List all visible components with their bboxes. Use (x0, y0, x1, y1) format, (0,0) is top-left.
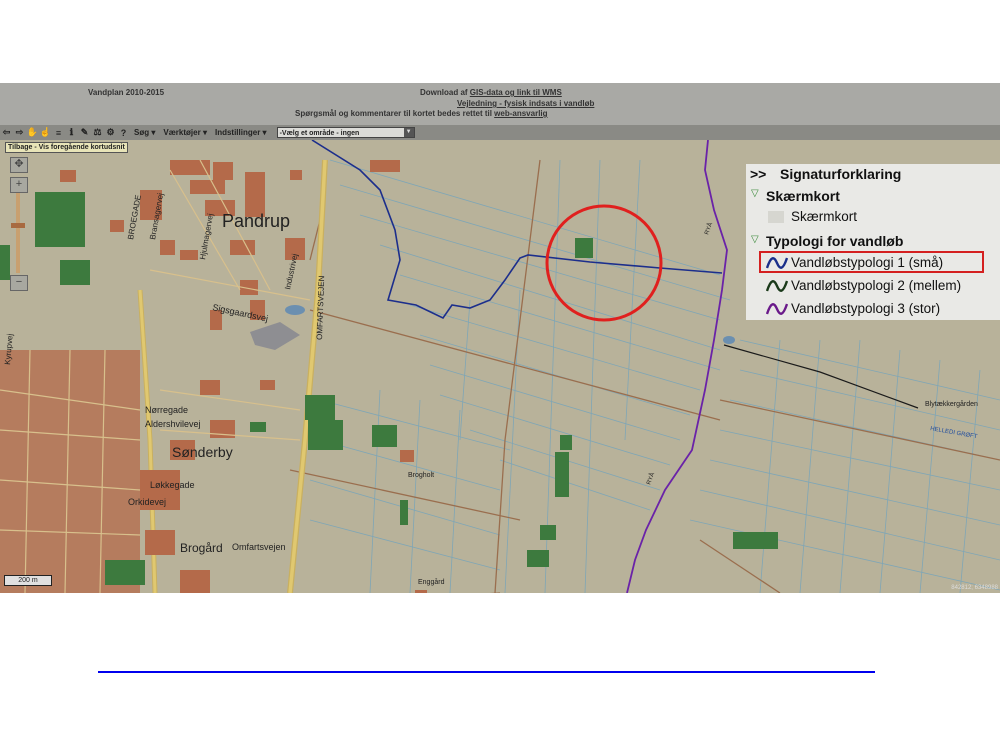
comment-line: Spørgsmål og kommentarer til kortet bede… (295, 109, 548, 118)
layers-icon[interactable]: ≡ (53, 127, 64, 138)
page-header: Vandplan 2010-2015 Download af GIS-data … (0, 83, 1000, 125)
zoom-out-button[interactable]: − (10, 275, 28, 291)
menu-search[interactable]: Søg ▾ (134, 128, 155, 137)
zoom-in-button[interactable]: + (10, 177, 28, 193)
label-brogholt: Brogholt (408, 472, 434, 479)
menu-settings[interactable]: Indstillinger ▾ (215, 128, 267, 137)
map-application: Vandplan 2010-2015 Download af GIS-data … (0, 83, 1000, 593)
comment-prefix: Spørgsmål og kommentarer til kortet bede… (295, 109, 492, 118)
collapse-triangle-icon[interactable]: ▽ (751, 188, 759, 199)
slide-divider-line (98, 671, 875, 673)
legend-item-typologi-2: Vandløbstypologi 2 (mellem) (791, 278, 962, 293)
draw-pen-icon[interactable]: ✎ (79, 127, 90, 138)
legend-item-typologi-3: Vandløbstypologi 3 (stor) (791, 301, 941, 316)
legend-item-typologi-1: Vandløbstypologi 1 (små) (791, 255, 944, 270)
web-ansvarlig-link[interactable]: web-ansvarlig (494, 109, 547, 118)
zoom-slider-track[interactable] (16, 193, 20, 273)
label-lokkegade: Løkkegade (150, 480, 195, 490)
legend-toggle[interactable]: >> (750, 166, 766, 182)
forward-arrow-icon[interactable]: ⇨ (14, 127, 25, 138)
legend-item-skaermkort: Skærmkort (791, 209, 858, 224)
area-select[interactable]: -Vælg et område - ingen ▼ (276, 127, 415, 138)
label-omfartsvejen-h: Omfartsvejen (232, 542, 286, 552)
label-pandrup: Pandrup (222, 211, 290, 231)
label-norregade: Nørregade (145, 405, 188, 415)
legend-group-skaermkort: Skærmkort (766, 188, 840, 204)
chevron-down-icon: ▼ (403, 128, 414, 137)
download-line: Download af GIS-data og link til WMS (420, 88, 562, 97)
label-sonderby: Sønderby (172, 444, 233, 460)
wave-purple-icon (766, 303, 788, 315)
menu-tools[interactable]: Værktøjer ▾ (163, 128, 207, 137)
legend-title: Signaturforklaring (780, 166, 902, 182)
area-select-value: -Vælg et område - ingen (279, 130, 360, 137)
label-enggaard: Enggård (418, 578, 445, 586)
label-orkidevej: Orkidevej (128, 497, 166, 507)
map-toolbar: ⇦ ⇨ ✋ ☝ ≡ ℹ ✎ ⚖ ⚙ ? Søg ▾ Værktøjer ▾ In… (0, 125, 1000, 140)
info-hand-icon[interactable]: ☝ (40, 127, 51, 138)
pan-hand-icon[interactable]: ✋ (27, 127, 38, 138)
scale-bar: 200 m (4, 575, 52, 586)
zoom-control: ✥ + − (5, 153, 31, 293)
label-blytaekkergaarden: Blytækkergården (925, 400, 978, 408)
wave-dark-green-icon (766, 280, 788, 292)
download-prefix: Download af (420, 88, 468, 97)
lake (285, 305, 305, 315)
legend-panel: >> Signaturforklaring ▽ Skærmkort Skærmk… (746, 164, 1000, 320)
label-aldershvilevej: Aldershvilevej (145, 419, 201, 429)
wave-blue-icon (766, 257, 788, 269)
back-arrow-icon[interactable]: ⇦ (1, 127, 12, 138)
slide: { "header": { "title": "Vandplan 2010-20… (0, 0, 1000, 750)
info-icon[interactable]: ℹ (66, 127, 77, 138)
menu-search-label: Søg (134, 128, 150, 137)
menu-settings-label: Indstillinger (214, 128, 261, 137)
legend-group-typologi: Typologi for vandløb (766, 233, 904, 249)
pond (723, 336, 735, 344)
coordinate-readout: 842812; 6348988 (951, 585, 998, 591)
gis-download-link[interactable]: GIS-data og link til WMS (470, 88, 562, 97)
page-title: Vandplan 2010-2015 (88, 88, 165, 97)
back-tooltip: Tilbage - Vis foregående kortudsnit (5, 142, 128, 153)
guide-link[interactable]: Vejledning - fysisk indsats i vandløb (457, 99, 594, 108)
label-brogaard: Brogård (180, 541, 223, 555)
tools-icon[interactable]: ⚙ (105, 127, 116, 138)
help-icon[interactable]: ? (118, 127, 129, 138)
zoom-slider-handle[interactable] (11, 223, 25, 228)
measure-icon[interactable]: ⚖ (92, 127, 103, 138)
skaermkort-swatch (768, 211, 784, 223)
menu-tools-label: Værktøjer (163, 128, 201, 137)
collapse-triangle-icon[interactable]: ▽ (751, 234, 759, 245)
pan-compass-icon[interactable]: ✥ (10, 157, 28, 173)
